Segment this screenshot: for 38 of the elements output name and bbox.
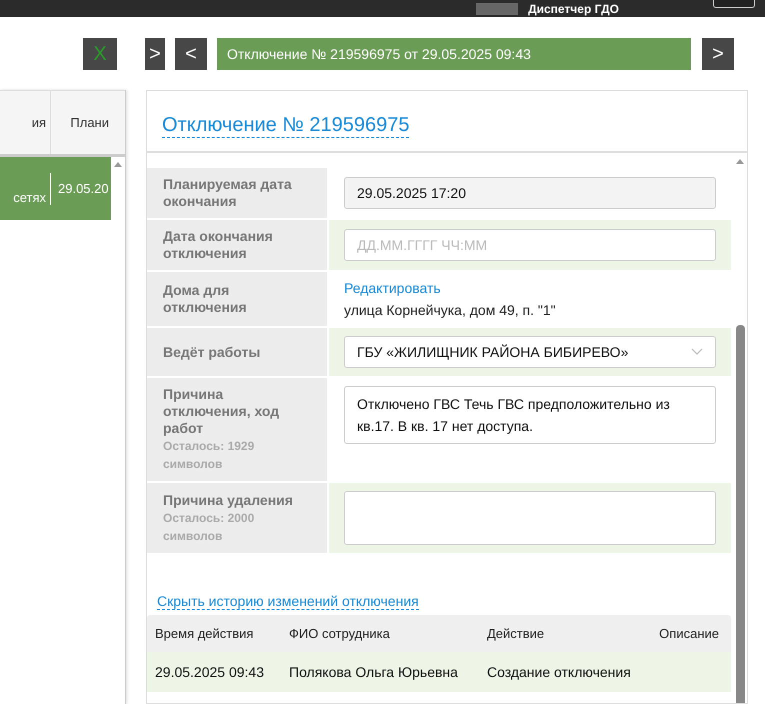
field-label: Причина удаления <box>163 492 294 508</box>
table-cell: сетях <box>0 172 51 204</box>
hide-history-link[interactable]: Скрыть историю изменений отключения <box>157 593 419 610</box>
field-label: Планируемая дата окончания <box>163 176 293 210</box>
column-header: ФИО сотрудника <box>288 626 391 641</box>
field-label: Ведёт работы <box>163 344 262 360</box>
collapse-button[interactable]: > <box>145 38 165 70</box>
character-counter: Осталось: 1929 символов <box>163 438 256 473</box>
record-title-link[interactable]: Отключение № 219596975 <box>162 112 410 138</box>
record-title-bar: Отключение № 219596975 от 29.05.2025 09:43 <box>217 38 691 70</box>
column-header: Действие <box>486 626 546 641</box>
table-cell-text: 29.05.2025 09:43 <box>154 664 265 680</box>
scroll-up-icon[interactable] <box>735 157 745 165</box>
column-header[interactable]: ия <box>0 91 51 154</box>
scroll-up-icon[interactable] <box>113 160 123 168</box>
text-area[interactable] <box>344 491 716 545</box>
organization-dropdown[interactable]: ГБУ «ЖИЛИЩНИК РАЙОНА БИБИРЕВО» <box>344 336 716 368</box>
scrollbar-thumb[interactable] <box>736 325 745 703</box>
table-cell-text: Полякова Ольга Юрьевна <box>288 664 459 680</box>
chevron-down-icon <box>691 348 703 356</box>
avatar-placeholder <box>476 2 518 14</box>
field-label: Дата окончания отключения <box>163 228 274 262</box>
previous-button[interactable]: < <box>175 38 207 70</box>
edit-link[interactable]: Редактировать <box>344 280 716 296</box>
text-area[interactable]: Отключено ГВС Течь ГВС предположительно из кв.17. В кв. 17 нет доступа. <box>344 386 716 444</box>
table-cell-text: Создание отключения <box>486 664 632 680</box>
character-counter: Осталось: 2000 символов <box>163 510 256 544</box>
table-cell-text: 29.05.20 <box>57 181 110 196</box>
field-label: Причина отключения, ход работ <box>163 386 280 437</box>
next-button[interactable]: > <box>702 38 734 70</box>
address-text: улица Корнейчука, дом 49, п. "1" <box>344 302 557 318</box>
column-header: Время действия <box>154 626 254 641</box>
menu-button[interactable] <box>713 0 755 8</box>
user-name[interactable]: Диспетчер ГДО <box>528 2 619 16</box>
column-header: Описание <box>658 626 720 641</box>
field-label: Дома для отключения <box>163 282 248 316</box>
column-header[interactable]: Плани <box>51 91 111 154</box>
date-input-field[interactable]: ДД.ММ.ГГГГ ЧЧ:ММ <box>344 229 716 261</box>
